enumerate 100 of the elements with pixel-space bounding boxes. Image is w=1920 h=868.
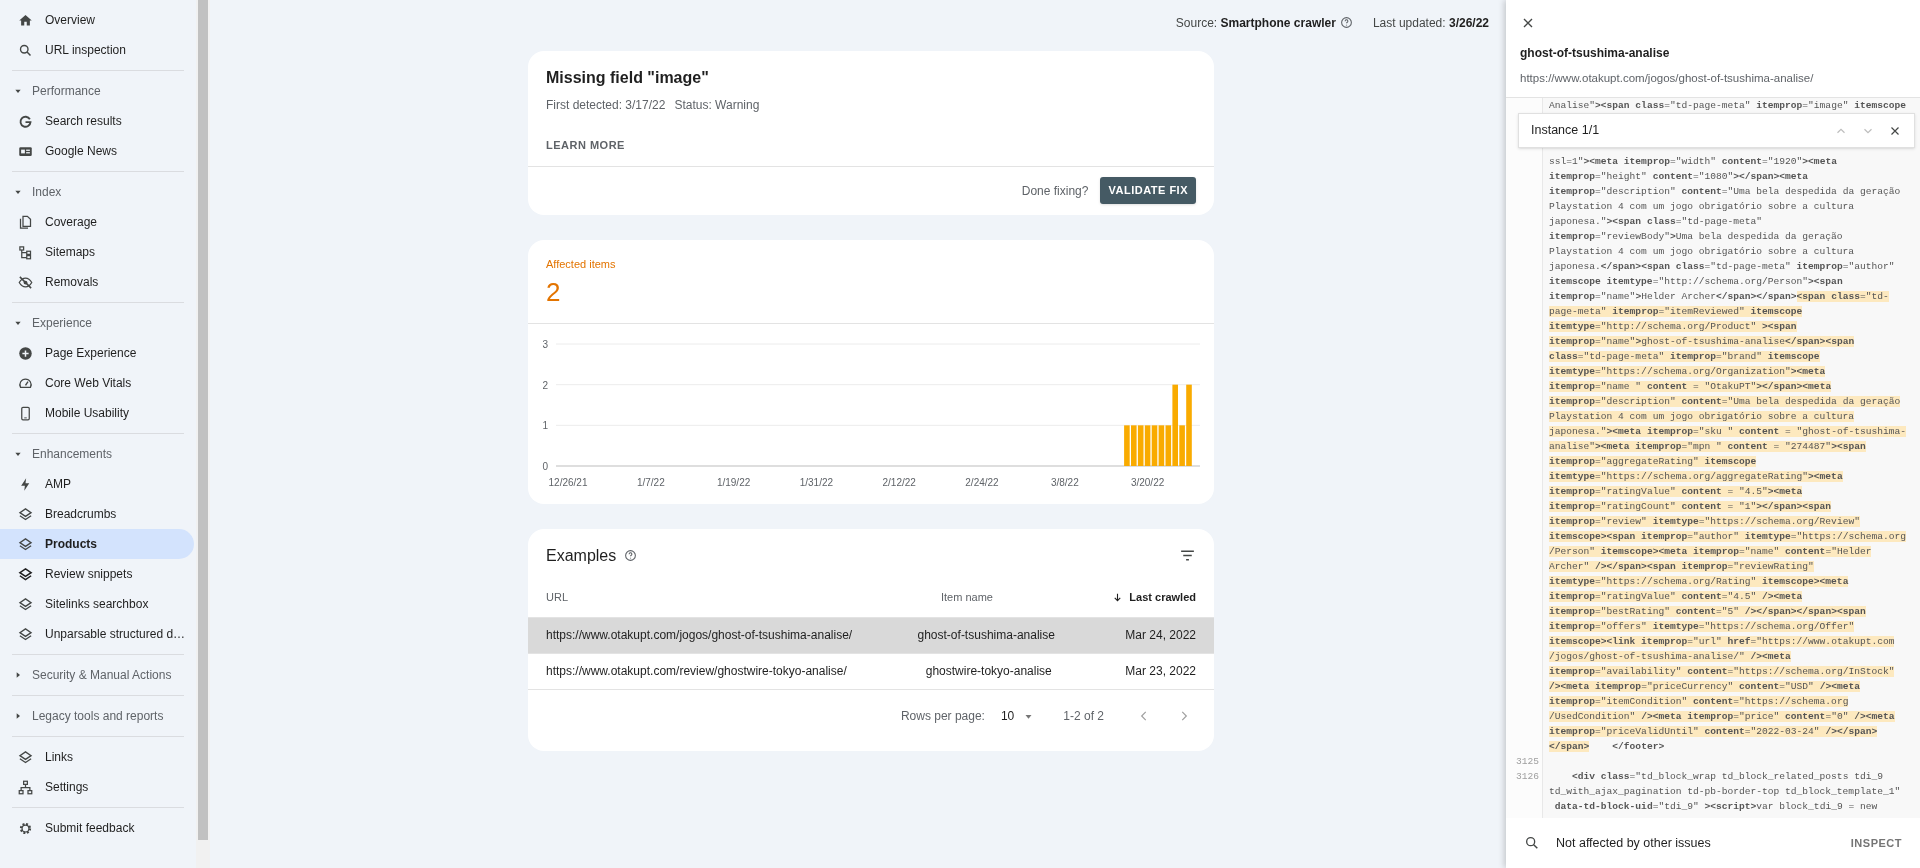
affected-items-label: Affected items	[546, 256, 617, 272]
highlighted-code: /Person" itemscope><meta itemprop="name" content="Helder	[1549, 546, 1872, 557]
highlighted-code: itemtype="https://schema.org/aggregateRating"><meta	[1549, 471, 1843, 482]
code-text: itemscope itemtype="http://schema.org/Person"><span	[1549, 276, 1843, 287]
page-range: 1-2 of 2	[1063, 708, 1104, 725]
code-text: itemprop="description" content="Uma bela despedida da geração	[1549, 186, 1901, 197]
highlighted-code: analise"><meta itemprop="mpn " content = "274487"><span	[1549, 441, 1866, 452]
inspect-button[interactable]: INSPECT	[1850, 834, 1902, 852]
sidebar-item[interactable]: Removals	[0, 267, 194, 297]
highlighted-code: itemprop="aggregateRating" itemscope	[1549, 456, 1757, 467]
line-number: 3126	[1515, 771, 1539, 782]
done-fixing-text: Done fixing?	[1021, 182, 1089, 200]
g-icon	[18, 113, 33, 129]
table-cell-text: Mar 24, 2022	[1124, 627, 1196, 644]
highlighted-code: itemprop="priceValidUntil" content="2022-03-24" /></span>	[1549, 726, 1878, 737]
sidebar-item[interactable]: AMP	[0, 469, 194, 499]
highlighted-code: <span class="td-	[1796, 291, 1889, 302]
highlighted-code: itemprop="bestRating" content="5" /></span></span><span	[1549, 606, 1866, 617]
highlighted-code: /UsedCondition" /><meta itemprop="price" content="0" /><meta	[1549, 711, 1895, 722]
sidebar-item[interactable]: Products	[0, 529, 194, 559]
sidebar-item[interactable]: Overview	[0, 5, 194, 35]
table-cell-text: https://www.otakupt.com/jogos/ghost-of-tsushima-analise/	[546, 627, 854, 644]
learn-more-link[interactable]: LEARN MORE	[546, 137, 625, 154]
section-header[interactable]: Enhancements	[0, 439, 196, 469]
caret-icon	[14, 712, 22, 720]
help-icon[interactable]	[624, 549, 638, 562]
axis-label: 0	[542, 460, 548, 472]
line-number: 3125	[1515, 756, 1539, 767]
sidebar-item[interactable]: URL inspection	[0, 35, 194, 65]
highlighted-code: </span>	[1549, 741, 1590, 752]
column-header[interactable]: Item name	[941, 589, 1046, 606]
sidebar-item[interactable]: Breadcrumbs	[0, 499, 194, 529]
sidebar-item[interactable]: Mobile Usability	[0, 398, 194, 428]
sidebar-item[interactable]: Coverage	[0, 207, 194, 237]
highlighted-code: page-meta" itemprop="itemReviewed" itemscope	[1549, 306, 1803, 317]
detail-url: https://www.otakupt.com/jogos/ghost-of-tsushima-analise/	[1520, 71, 1815, 86]
highlighted-code: itemprop="itemCondition" content="https://schema.org	[1549, 696, 1849, 707]
table-cell-text: https://www.otakupt.com/review/ghostwire-tokyo-analise/	[546, 663, 848, 680]
highlighted-code: itemtype="https://schema.org/Organization"><meta	[1549, 366, 1826, 377]
highlighted-code: itemprop="ratingValue" content = "4.5"><meta	[1549, 486, 1803, 497]
code-text: Analise"><span class="td-page-meta" itemprop="image" itemscope	[1549, 100, 1906, 111]
axis-label: 12/26/21	[548, 476, 588, 488]
scrollbar-thumb[interactable]	[198, 0, 208, 840]
axis-label: 1/7/22	[636, 476, 665, 488]
column-header[interactable]: URL	[546, 589, 941, 606]
validate-fix-button[interactable]: VALIDATE FIX	[1100, 177, 1196, 204]
code-text: </footer>	[1611, 741, 1665, 752]
code-text: Playstation 4 com um jogo obrigatório sobre a cultura	[1549, 246, 1855, 257]
caret-icon	[14, 450, 22, 458]
caret-icon	[14, 319, 22, 327]
sidebar-item[interactable]: Sitelinks searchbox	[0, 589, 194, 619]
code-text: japonesa."><span class="td-page-meta"	[1549, 216, 1763, 227]
highlighted-code: itemprop="name">ghost-of-tsushima-analise</span><span	[1549, 336, 1855, 347]
sidebar-item[interactable]: Review snippets	[0, 559, 194, 589]
sidebar-item[interactable]: Settings	[0, 772, 194, 802]
highlighted-code: class="td-page-meta" itemprop="brand" itemscope	[1549, 351, 1820, 362]
section-header[interactable]: Legacy tools and reports	[0, 701, 196, 731]
search-icon	[18, 42, 33, 58]
sidebar-item[interactable]: Unparsable structured d…	[0, 619, 194, 649]
axis-label: 1/31/22	[799, 476, 834, 488]
detail-title: ghost-of-tsushima-analise	[1520, 45, 1671, 62]
highlighted-code: /><meta itemprop="priceCurrency" content="USD" /><meta	[1549, 681, 1860, 692]
highlighted-code: Playstation 4 com um jogo obrigatório sobre a cultura	[1549, 411, 1855, 422]
sidebar-item[interactable]: Core Web Vitals	[0, 368, 194, 398]
highlighted-code: itemtype="https://schema.org/Rating" itemscope><meta	[1549, 576, 1849, 587]
axis-label: 3/20/22	[1130, 476, 1165, 488]
axis-label: 3/8/22	[1050, 476, 1079, 488]
rows-per-page-label: Rows per page:	[900, 708, 985, 725]
layers-icon	[18, 536, 33, 552]
copy-icon	[18, 214, 33, 230]
issues-status-text: Not affected by other issues	[1556, 834, 1712, 852]
sidebar-item[interactable]: Links	[0, 742, 194, 772]
section-header[interactable]: Security & Manual Actions	[0, 660, 196, 690]
help-icon[interactable]	[1339, 16, 1353, 29]
table-row[interactable]: https://www.otakupt.com/jogos/ghost-of-tsushima-analise/ ghost-of-tsushima-analise Mar 24, 2022	[528, 616, 1214, 653]
rows-per-page-dropdown[interactable]: 10	[1000, 707, 1034, 725]
sidebar-item[interactable]: Submit feedback	[0, 813, 194, 843]
sidebar-item[interactable]: Google News	[0, 136, 194, 166]
highlighted-code: itemscope><link itemprop="url" href="https://www.otakupt.com	[1549, 636, 1895, 647]
code-text: itemprop="reviewBody">Uma bela despedida da geração	[1549, 231, 1843, 242]
eye-off-icon	[18, 274, 33, 290]
sidebar-item[interactable]: Page Experience	[0, 338, 194, 368]
caret-icon	[14, 671, 22, 679]
table-cell-text: ghost-of-tsushima-analise	[917, 627, 1055, 644]
last-updated-label: Last updated: 3/26/22	[1372, 14, 1489, 32]
search-icon	[1524, 835, 1540, 851]
phone-icon	[18, 405, 33, 421]
highlighted-code: itemtype="http://schema.org/Product" ><span	[1549, 321, 1797, 332]
code-text: <div class="td_block_wrap td_block_related_posts tdi_9	[1571, 771, 1883, 782]
section-header[interactable]: Performance	[0, 76, 196, 106]
caret-icon	[14, 87, 22, 95]
column-header[interactable]: Last crawled	[1046, 589, 1196, 606]
instance-label: Instance 1/1	[1531, 122, 1601, 140]
sidebar-item[interactable]: Sitemaps	[0, 237, 194, 267]
section-header[interactable]: Index	[0, 177, 196, 207]
section-header[interactable]: Experience	[0, 308, 196, 338]
code-text: japonesa.</span><span class="td-page-meta" itemprop="author"	[1549, 261, 1895, 272]
sidebar-item[interactable]: Search results	[0, 106, 194, 136]
axis-label: 1	[542, 419, 548, 431]
code-text: td_with_ajax_pagination td-pb-border-top td_block_template_1"	[1549, 786, 1901, 797]
